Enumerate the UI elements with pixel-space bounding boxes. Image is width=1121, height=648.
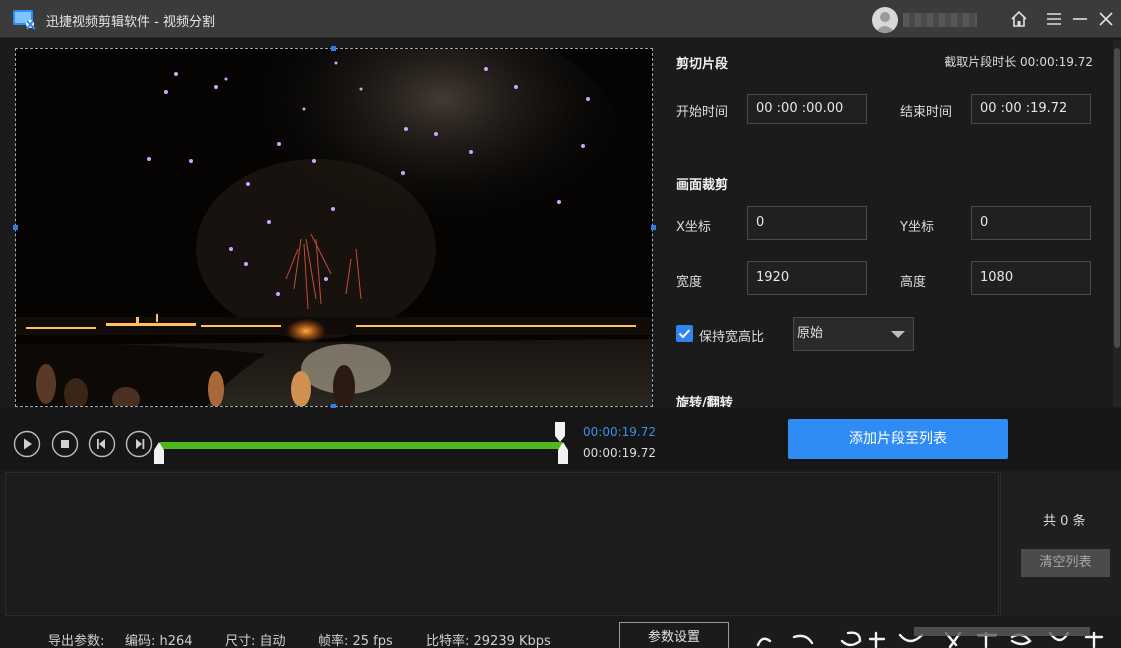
video-preview[interactable] — [15, 48, 653, 407]
watermark-overlay — [750, 627, 1121, 648]
clip-list[interactable] — [5, 472, 999, 616]
trim-start-handle[interactable] — [154, 442, 164, 464]
app-logo-icon — [13, 10, 39, 30]
total-time: 00:00:19.72 — [583, 446, 656, 460]
check-icon — [678, 329, 691, 339]
clip-count: 共 0 条 — [1043, 514, 1086, 529]
export-settings-button[interactable]: 参数设置 — [619, 622, 729, 648]
chevron-down-icon — [891, 331, 905, 338]
y-coord-field[interactable]: 0 — [971, 206, 1091, 240]
size-value: 尺寸: 自动 — [225, 634, 286, 648]
clear-list-button[interactable]: 清空列表 — [1021, 549, 1110, 577]
trim-end-handle[interactable] — [558, 442, 568, 464]
settings-panel: 剪切片段 截取片段时长 00:00:19.72 开始时间 00 :00 :00.… — [666, 40, 1113, 407]
export-params-label: 导出参数: — [48, 634, 105, 648]
ratio-select-value: 原始 — [797, 326, 824, 341]
close-icon[interactable] — [1096, 9, 1116, 29]
crop-section-title: 画面裁剪 — [676, 178, 729, 193]
clip-list-sidebar — [1000, 472, 1121, 616]
menu-icon[interactable] — [1044, 9, 1064, 29]
next-frame-icon[interactable] — [125, 430, 153, 458]
transport-bar: 00:00:19.72 00:00:19.72 添加片段至列表 — [0, 408, 1121, 470]
panel-scrollbar[interactable] — [1113, 40, 1121, 407]
codec-value: 编码: h264 — [125, 634, 193, 648]
title-bar: 迅捷视频剪辑软件 - 视频分割 — [0, 0, 1121, 38]
keep-ratio-label[interactable]: 保持宽高比 — [699, 326, 764, 345]
playhead-handle[interactable] — [555, 422, 565, 442]
window-title: 迅捷视频剪辑软件 - 视频分割 — [46, 15, 215, 30]
fps-value: 帧率: 25 fps — [318, 634, 393, 648]
rotate-section-title: 旋转/翻转 — [676, 396, 733, 407]
stop-icon[interactable] — [51, 430, 79, 458]
user-name-redacted[interactable] — [903, 13, 977, 27]
y-coord-label: Y坐标 — [900, 220, 934, 235]
width-label: 宽度 — [676, 275, 703, 290]
cut-section-title: 剪切片段 — [676, 57, 729, 72]
height-label: 高度 — [900, 275, 927, 290]
height-field[interactable]: 1080 — [971, 261, 1091, 295]
current-time: 00:00:19.72 — [583, 425, 656, 439]
bitrate-value: 比特率: 29239 Kbps — [426, 634, 551, 648]
home-icon[interactable] — [1009, 9, 1029, 29]
prev-frame-icon[interactable] — [88, 430, 116, 458]
play-icon[interactable] — [13, 430, 41, 458]
minimize-icon[interactable] — [1070, 9, 1090, 29]
x-coord-field[interactable]: 0 — [747, 206, 867, 240]
x-coord-label: X坐标 — [676, 220, 711, 235]
fireworks-scene-image — [16, 49, 652, 406]
crop-handle-top[interactable] — [331, 46, 336, 51]
end-time-label: 结束时间 — [900, 105, 953, 120]
crop-handle-right[interactable] — [651, 225, 656, 230]
keep-ratio-checkbox[interactable] — [676, 325, 693, 342]
start-time-field[interactable]: 00 :00 :00.00 — [747, 94, 867, 124]
width-field[interactable]: 1920 — [747, 261, 867, 295]
crop-handle-left[interactable] — [13, 225, 18, 230]
start-time-label: 开始时间 — [676, 105, 729, 120]
timeline-progress — [160, 442, 562, 449]
ratio-select[interactable]: 原始 — [793, 317, 914, 351]
add-clip-button[interactable]: 添加片段至列表 — [788, 419, 1008, 459]
end-time-field[interactable]: 00 :00 :19.72 — [971, 94, 1091, 124]
user-avatar[interactable] — [872, 7, 898, 33]
scrollbar-thumb[interactable] — [1114, 48, 1120, 348]
clip-duration-label: 截取片段时长 00:00:19.72 — [944, 55, 1093, 69]
